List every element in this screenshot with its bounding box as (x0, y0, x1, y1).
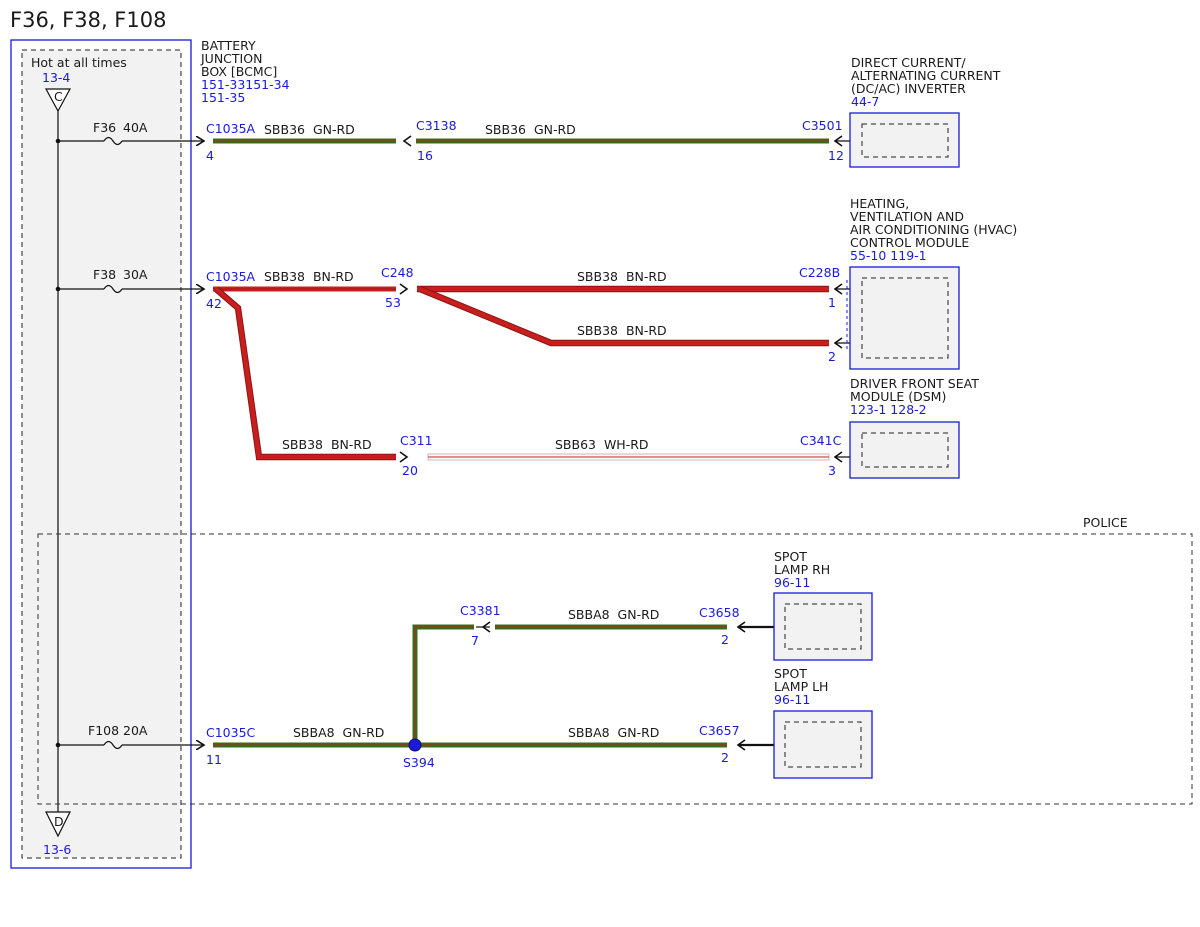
connector-c3501-name: C3501 (802, 118, 843, 133)
splice-s394-dot (408, 738, 422, 752)
component-spot-lamp-rh: SPOT LAMP RH 96-11 (773, 549, 873, 661)
connector-c1035a-name: C1035A (206, 269, 256, 284)
spot-lh-ref: 96-11 (774, 692, 810, 707)
dsm-box (849, 421, 960, 479)
dsm-ref: 123-1 128-2 (850, 402, 927, 417)
connector-c341c-pin: 3 (828, 463, 836, 478)
wire-sbb38-c2-label: SBB38 BN-RD (577, 323, 667, 338)
wire-sbba8-riser (412, 624, 474, 745)
wire-sbb36-a-label: SBB36 GN-RD (264, 122, 355, 137)
fuse-f108-rating: 20A (123, 723, 148, 738)
top-ref-page: 13-4 (42, 70, 70, 85)
wire-sbba8-riser-stripe (414, 626, 474, 745)
connector-c248-pin: 53 (385, 295, 401, 310)
wire-sbb38-c-label: SBB38 BN-RD (282, 437, 372, 452)
top-ref-letter: C (54, 89, 63, 104)
fuse-f36-name: F36 (93, 120, 116, 135)
bottom-ref-page: 13-6 (43, 842, 71, 857)
connector-c3657-name: C3657 (699, 723, 740, 738)
spot-rh-ref: 96-11 (774, 575, 810, 590)
connector-c1035a-pin: 4 (206, 148, 214, 163)
connector-c1035c-name: C1035C (206, 725, 256, 740)
component-dsm: DRIVER FRONT SEAT MODULE (DSM) 123-1 128… (849, 376, 979, 479)
connector-c311-arrow-icon (399, 451, 409, 463)
bottom-ref-letter: D (54, 814, 64, 829)
wire-sbb38-branch-fill (214, 287, 396, 460)
wire-sbb38-a-label: SBB38 BN-RD (264, 269, 354, 284)
connector-c1035c-pin: 11 (206, 752, 222, 767)
connector-c228b-name: C228B (799, 265, 840, 280)
component-inverter: DIRECT CURRENT/ ALTERNATING CURRENT (DC/… (849, 55, 1001, 168)
spot-lh-box (773, 710, 873, 779)
connector-c228b-pin2: 2 (828, 349, 836, 364)
connector-c3138-name: C3138 (416, 118, 457, 133)
hvac-box (849, 266, 960, 370)
connector-c341c-name: C341C (800, 433, 842, 448)
connector-c1035a-name: C1035A (206, 121, 256, 136)
connector-c311-pin: 20 (402, 463, 418, 478)
wire-sbb38-b-label: SBB38 BN-RD (577, 269, 667, 284)
wire-sbb38-branch (213, 286, 396, 461)
wire-sbb63-label: SBB63 WH-RD (555, 437, 649, 452)
police-label: POLICE (1083, 515, 1128, 530)
connector-c248-arrow-icon (399, 283, 409, 295)
inverter-box (849, 112, 960, 168)
wire-sbb36-b-label: SBB36 GN-RD (485, 122, 576, 137)
connector-c1035a-pin: 42 (206, 296, 222, 311)
connector-c3381-pin: 7 (471, 633, 479, 648)
inverter-ref: 44-7 (851, 94, 879, 109)
splice-s394-name: S394 (403, 755, 435, 770)
fuse-f108-name: F108 (88, 723, 119, 738)
connector-c3658-name: C3658 (699, 605, 740, 620)
bjb-ref-2: 151-35 (201, 90, 245, 105)
component-spot-lamp-lh: SPOT LAMP LH 96-11 (773, 666, 873, 779)
fuse-f36-rating: 40A (123, 120, 148, 135)
component-hvac: HEATING, VENTILATION AND AIR CONDITIONIN… (849, 196, 1017, 370)
connector-c228b-pin1: 1 (828, 295, 836, 310)
connector-c3501-pin: 12 (828, 148, 844, 163)
connector-c3138-pin: 16 (417, 148, 433, 163)
spot-rh-box (773, 592, 873, 661)
hvac-ref: 55-10 119-1 (850, 248, 927, 263)
wire-sbba8-b-label: SBBA8 GN-RD (568, 607, 659, 622)
connector-c248-name: C248 (381, 265, 414, 280)
wire-sbba8-a-label: SBBA8 GN-RD (293, 725, 384, 740)
page-title: F36, F38, F108 (10, 8, 166, 32)
hot-at-all-times-label: Hot at all times (31, 55, 127, 70)
connector-c3658-pin: 2 (721, 632, 729, 647)
connector-c3657-pin: 2 (721, 750, 729, 765)
connector-c3138-arrow-icon (402, 135, 412, 147)
fuse-f38-name: F38 (93, 267, 116, 282)
connector-c311-name: C311 (400, 433, 433, 448)
fuse-f38-rating: 30A (123, 267, 148, 282)
connector-c3381-name: C3381 (460, 603, 501, 618)
wire-sbba8-c-label: SBBA8 GN-RD (568, 725, 659, 740)
